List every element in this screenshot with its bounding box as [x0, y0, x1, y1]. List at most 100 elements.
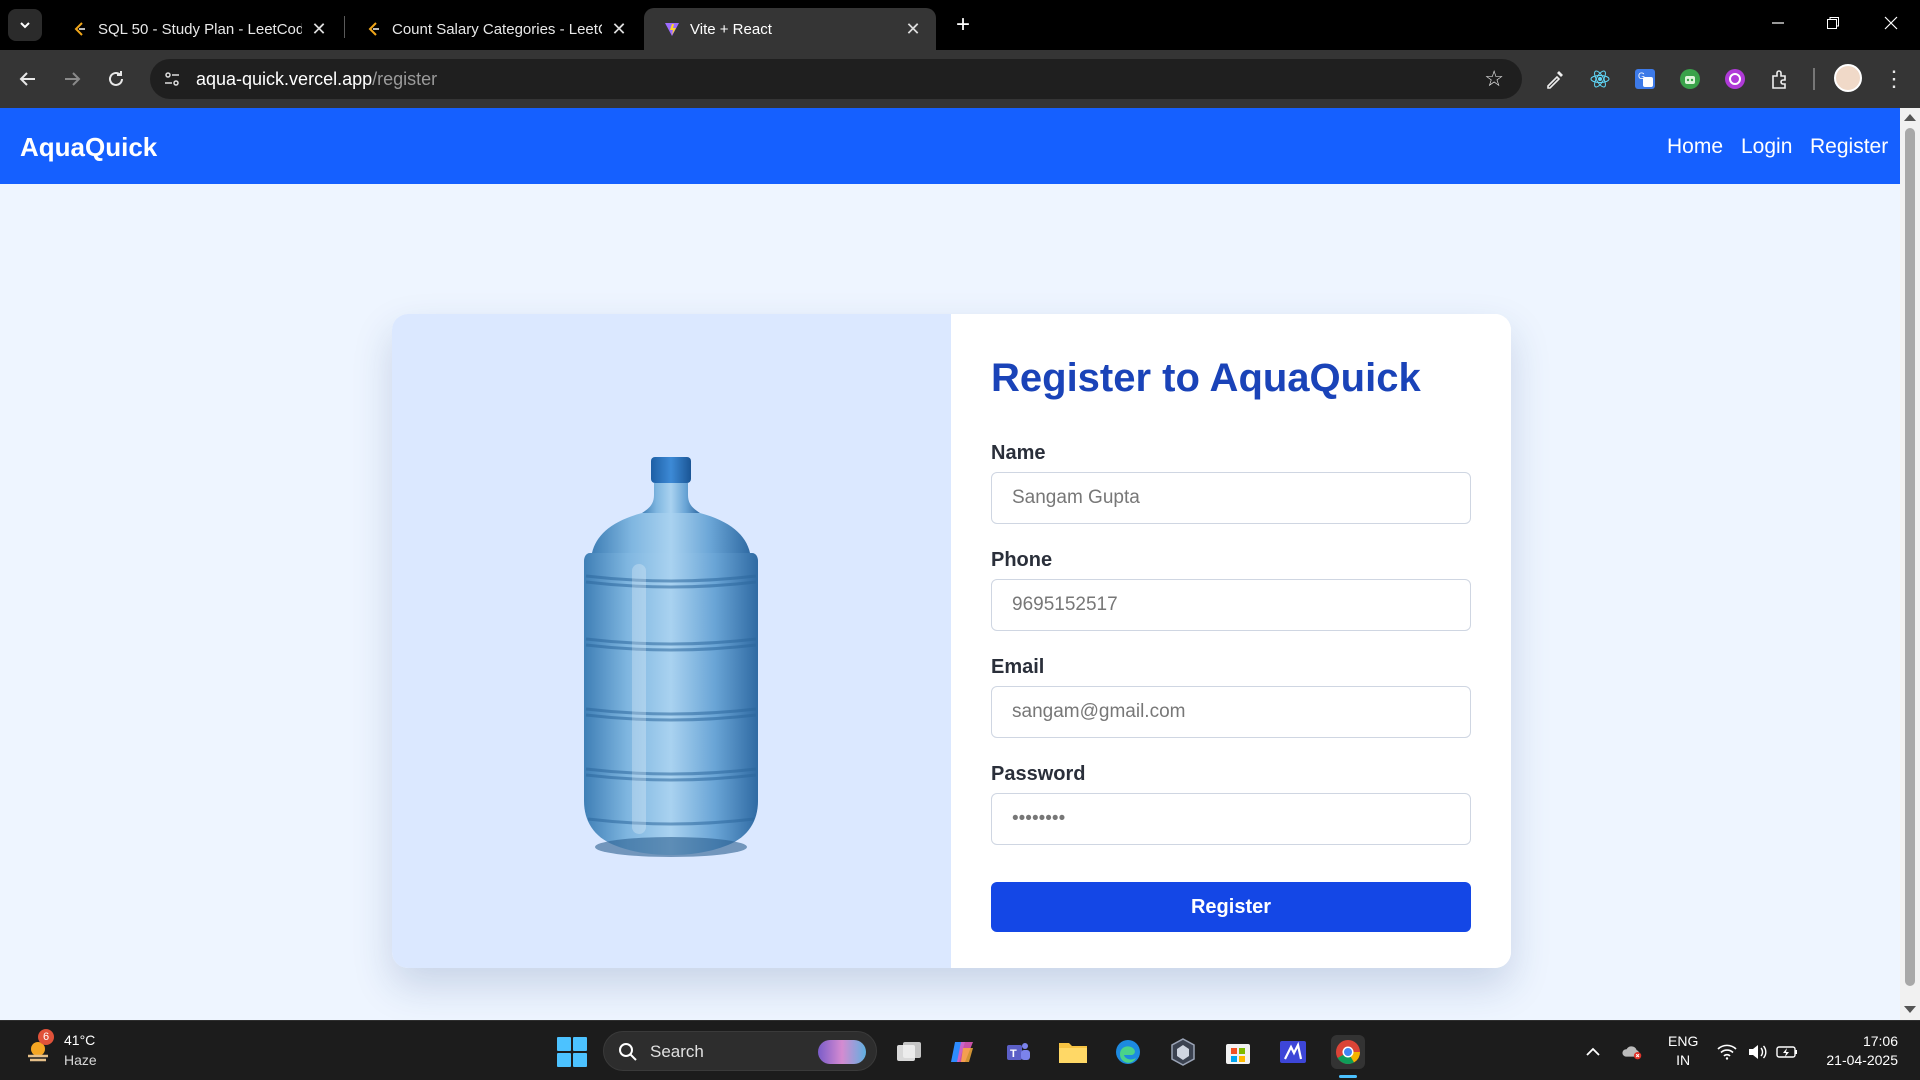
- copilot-icon[interactable]: [946, 1035, 980, 1069]
- tab-close-icon[interactable]: ✕: [310, 19, 328, 40]
- clock-date: 21-04-2025: [1826, 1052, 1898, 1068]
- tab-title: Vite + React: [690, 20, 772, 38]
- browser-tab-strip: SQL 50 - Study Plan - LeetCode ✕ Count S…: [0, 0, 1920, 50]
- phone-label: Phone: [991, 549, 1053, 571]
- phone-input[interactable]: [991, 579, 1471, 631]
- show-hidden-icons-chevron-icon[interactable]: [1582, 1041, 1604, 1063]
- search-highlight-art: [818, 1040, 866, 1064]
- browser-toolbar: aqua-quick.vercel.app/register ☆ G ⋮: [0, 50, 1920, 108]
- language-code: ENG: [1668, 1033, 1699, 1049]
- search-icon: [619, 1043, 637, 1061]
- react-devtools-extension-icon[interactable]: [1585, 64, 1615, 94]
- weather-alert-badge: 6: [38, 1029, 54, 1045]
- vite-icon: [665, 23, 679, 36]
- eyedropper-extension-icon[interactable]: [1540, 64, 1570, 94]
- forward-button[interactable]: [56, 63, 88, 95]
- purple-extension-icon[interactable]: [1720, 64, 1750, 94]
- water-bottle-image: [584, 457, 758, 857]
- svg-text:G: G: [1638, 71, 1645, 81]
- translate-extension-icon[interactable]: G: [1630, 64, 1660, 94]
- tab-title: Count Salary Categories - LeetC: [392, 20, 602, 38]
- arrow-left-icon: [19, 72, 35, 86]
- minimize-button[interactable]: [1763, 8, 1793, 38]
- tab-search-button[interactable]: [8, 9, 42, 41]
- task-view-icon[interactable]: [892, 1035, 926, 1069]
- edge-browser-icon[interactable]: [1111, 1035, 1145, 1069]
- register-card: Register to AquaQuick Name Phone Email P…: [392, 314, 1511, 968]
- email-input[interactable]: [991, 686, 1471, 738]
- file-explorer-icon[interactable]: [1056, 1035, 1090, 1069]
- register-form: Register to AquaQuick Name Phone Email P…: [951, 314, 1511, 968]
- password-label: Password: [991, 763, 1086, 785]
- nav-link-home[interactable]: Home: [1667, 135, 1723, 159]
- plus-icon: +: [955, 11, 970, 38]
- windows-taskbar: 6 41°C Haze Search T ENG IN 17:06 21-04-…: [0, 1020, 1920, 1080]
- scroll-up-arrow-icon[interactable]: [1904, 114, 1916, 121]
- volume-icon[interactable]: [1746, 1041, 1768, 1063]
- name-input[interactable]: [991, 472, 1471, 524]
- site-info-icon[interactable]: [160, 67, 184, 91]
- nav-link-register[interactable]: Register: [1810, 135, 1888, 159]
- profile-avatar[interactable]: [1834, 64, 1862, 92]
- svg-text:T: T: [1010, 1048, 1017, 1060]
- clock-time: 17:06: [1862, 1033, 1898, 1049]
- onedrive-offline-icon[interactable]: [1622, 1041, 1644, 1063]
- robot-extension-icon[interactable]: [1675, 64, 1705, 94]
- browser-menu-icon[interactable]: ⋮: [1883, 64, 1905, 94]
- url-text[interactable]: aqua-quick.vercel.app/register: [196, 69, 437, 90]
- taskbar-search-box[interactable]: Search: [603, 1031, 877, 1071]
- leetcode-icon: [74, 22, 85, 36]
- site-navbar: AquaQuick Home Login Register: [0, 108, 1900, 184]
- card-image-panel: [392, 314, 951, 968]
- brand-logo[interactable]: AquaQuick: [20, 132, 157, 163]
- name-label: Name: [991, 442, 1046, 464]
- vscode-style-app-icon[interactable]: [1276, 1035, 1310, 1069]
- scroll-down-arrow-icon[interactable]: [1904, 1006, 1916, 1013]
- hexagon-app-icon[interactable]: [1166, 1035, 1200, 1069]
- tab-count-salary[interactable]: Count Salary Categories - LeetC ✕: [346, 8, 642, 50]
- arrow-right-icon: [65, 72, 81, 86]
- page-scrollbar[interactable]: [1900, 108, 1920, 1020]
- reload-icon: [109, 71, 123, 86]
- close-window-button[interactable]: [1876, 8, 1906, 38]
- tab-title: SQL 50 - Study Plan - LeetCode: [98, 20, 302, 38]
- chrome-icon[interactable]: [1331, 1035, 1365, 1069]
- restore-icon: [1827, 17, 1839, 29]
- leetcode-icon: [368, 22, 379, 36]
- system-clock[interactable]: 17:06 21-04-2025: [1818, 1032, 1898, 1070]
- bookmark-star-icon[interactable]: ☆: [1484, 66, 1504, 92]
- weather-condition: Haze: [64, 1052, 97, 1068]
- address-bar[interactable]: aqua-quick.vercel.app/register ☆: [150, 59, 1522, 99]
- restore-button[interactable]: [1818, 8, 1848, 38]
- url-host: aqua-quick.vercel.app: [196, 69, 373, 89]
- url-path: /register: [372, 69, 438, 89]
- back-button[interactable]: [12, 63, 44, 95]
- language-indicator[interactable]: ENG IN: [1668, 1032, 1698, 1070]
- tab-close-icon[interactable]: ✕: [904, 19, 922, 40]
- email-label: Email: [991, 656, 1045, 678]
- toolbar-separator: [1813, 68, 1815, 90]
- page-viewport: AquaQuick Home Login Register Register t…: [0, 108, 1920, 1020]
- teams-icon[interactable]: T: [1001, 1035, 1035, 1069]
- minimize-icon: [1772, 22, 1784, 24]
- reload-button[interactable]: [100, 63, 132, 95]
- form-title: Register to AquaQuick: [991, 356, 1421, 400]
- windows-start-icon[interactable]: [557, 1037, 587, 1067]
- weather-temperature: 41°C: [64, 1032, 96, 1048]
- tab-sql50[interactable]: SQL 50 - Study Plan - LeetCode ✕: [52, 8, 342, 50]
- chevron-down-icon: [20, 22, 30, 29]
- wifi-icon[interactable]: [1716, 1041, 1738, 1063]
- battery-charging-icon[interactable]: [1776, 1041, 1798, 1063]
- close-icon: [1884, 16, 1898, 30]
- new-tab-button[interactable]: +: [948, 10, 978, 40]
- scrollbar-thumb[interactable]: [1905, 128, 1915, 986]
- tab-close-icon[interactable]: ✕: [610, 19, 628, 40]
- tab-separator: [344, 16, 345, 38]
- password-input[interactable]: [991, 793, 1471, 845]
- register-button[interactable]: Register: [991, 882, 1471, 932]
- extensions-puzzle-icon[interactable]: [1765, 64, 1795, 94]
- nav-link-login[interactable]: Login: [1741, 135, 1792, 159]
- region-code: IN: [1676, 1052, 1691, 1068]
- microsoft-store-icon[interactable]: [1221, 1035, 1255, 1069]
- tab-vite-react[interactable]: Vite + React ✕: [644, 8, 936, 50]
